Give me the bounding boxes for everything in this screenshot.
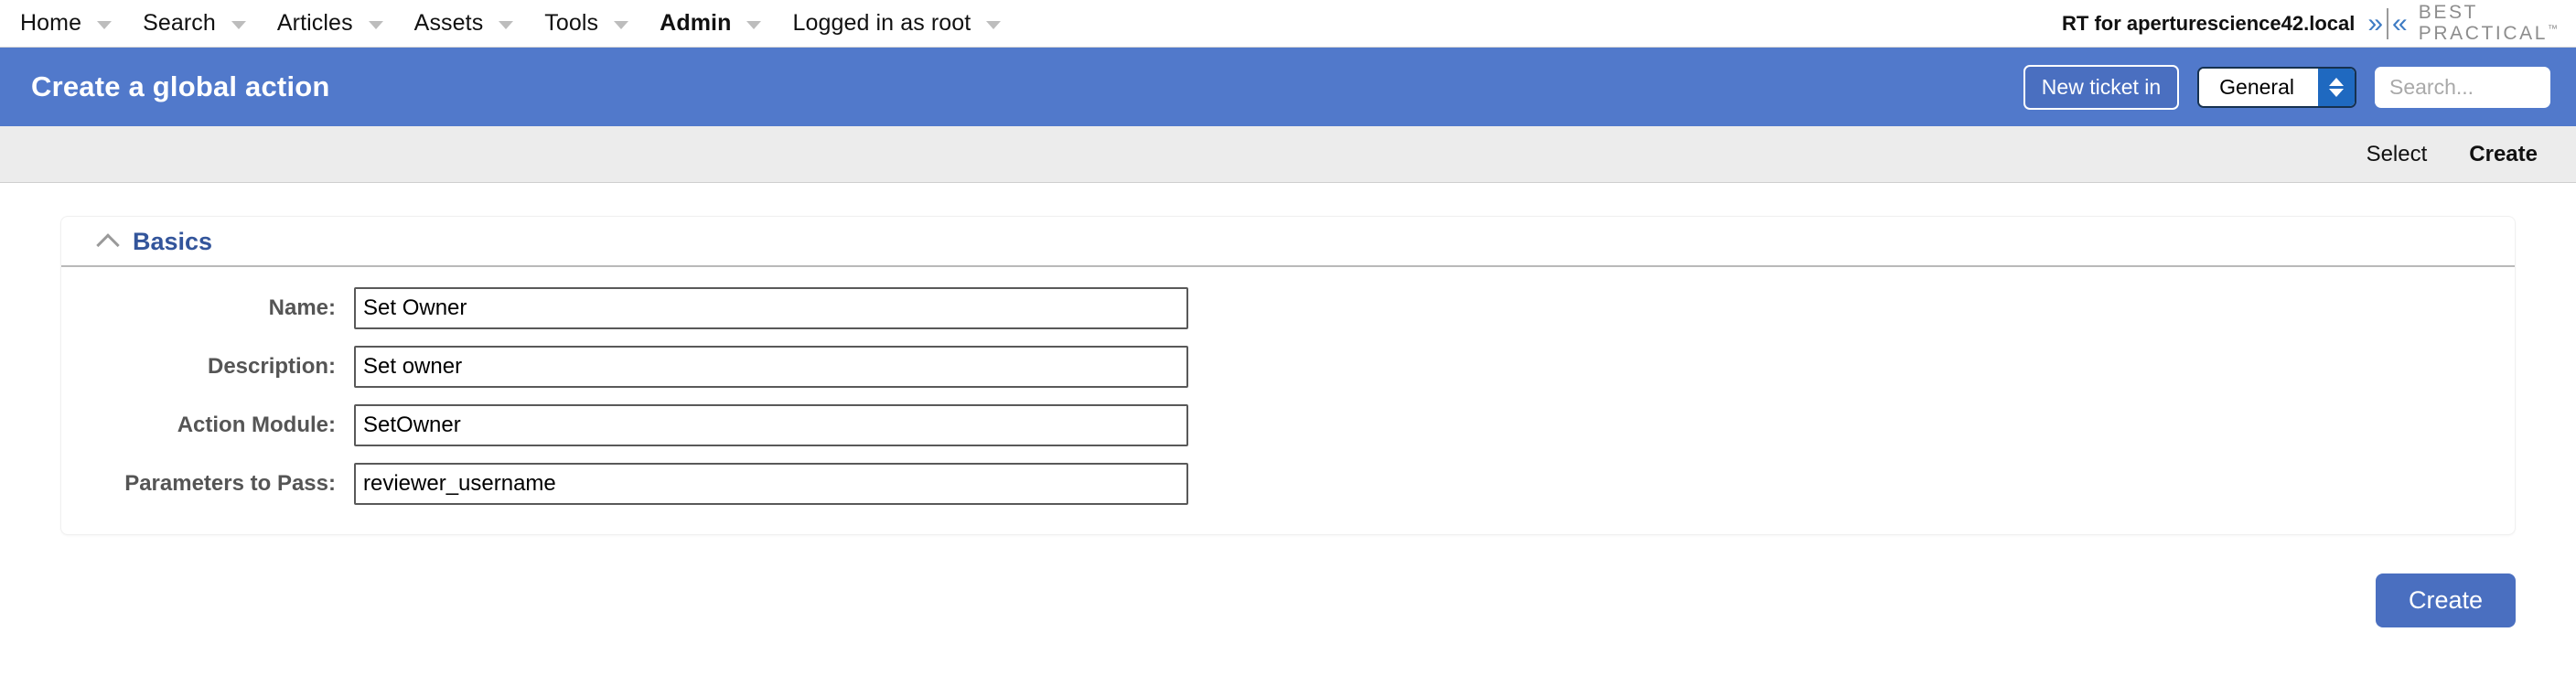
nav-item-home[interactable]: Home bbox=[20, 10, 113, 37]
form-row-name: Name: bbox=[61, 287, 2515, 329]
chevron-up-icon[interactable] bbox=[96, 233, 120, 257]
chevron-down-icon[interactable] bbox=[499, 21, 514, 29]
chevron-down-icon[interactable] bbox=[368, 21, 383, 29]
brand-chevrons: » « bbox=[2367, 8, 2408, 39]
nav-item-articles[interactable]: Articles bbox=[277, 10, 383, 37]
form-row-action-module: Action Module: bbox=[61, 404, 2515, 446]
description-input[interactable] bbox=[354, 346, 1188, 388]
nav-item-label: Articles bbox=[276, 10, 353, 36]
subtoolbar-link-select[interactable]: Select bbox=[2367, 142, 2428, 167]
search-input[interactable] bbox=[2375, 66, 2550, 108]
new-ticket-button[interactable]: New ticket in bbox=[2023, 64, 2180, 110]
chevron-up-icon bbox=[2329, 77, 2344, 86]
basics-section-header: Basics bbox=[61, 217, 2515, 267]
nav-item-label: Assets bbox=[413, 10, 484, 36]
chevron-double-right-icon: » bbox=[2367, 8, 2384, 38]
queue-select-value: General bbox=[2199, 68, 2318, 106]
brand-divider bbox=[2387, 8, 2389, 39]
top-navigation-right: RT for aperturescience42.local » « BEST … bbox=[2062, 0, 2558, 48]
field-label-parameters-to-pass: Parameters to Pass: bbox=[124, 471, 336, 496]
field-label-action-module: Action Module: bbox=[177, 413, 336, 437]
queue-select[interactable]: General bbox=[2197, 66, 2356, 108]
chevron-down-icon[interactable] bbox=[746, 21, 762, 29]
top-navigation-bar: Home Search Articles Assets Tools Admin … bbox=[0, 0, 2576, 48]
best-practical-logo: BEST PRACTICAL™ bbox=[2418, 2, 2558, 44]
footer-actions: Create bbox=[0, 535, 2576, 627]
parameters-to-pass-input[interactable] bbox=[354, 463, 1188, 505]
nav-item-tools[interactable]: Tools bbox=[544, 10, 629, 37]
page-subtoolbar: Select Create bbox=[0, 126, 2576, 183]
chevron-down-icon bbox=[2329, 88, 2344, 97]
nav-item-admin[interactable]: Admin bbox=[660, 10, 762, 37]
field-label-description: Description: bbox=[207, 354, 336, 379]
subtoolbar-link-create[interactable]: Create bbox=[2469, 142, 2538, 167]
chevron-down-icon[interactable] bbox=[986, 21, 1002, 29]
brand-line-1: BEST bbox=[2418, 2, 2478, 24]
page-title: Create a global action bbox=[31, 70, 330, 102]
action-module-input[interactable] bbox=[354, 404, 1188, 446]
create-button[interactable]: Create bbox=[2375, 573, 2516, 627]
nav-item-label: Home bbox=[20, 10, 82, 36]
section-title: Basics bbox=[133, 228, 213, 255]
chevron-down-icon[interactable] bbox=[97, 21, 113, 29]
nav-item-label: Tools bbox=[544, 10, 599, 36]
chevron-double-left-icon: « bbox=[2392, 8, 2408, 38]
form-row-description: Description: bbox=[61, 346, 2515, 388]
stepper-arrows-icon[interactable] bbox=[2318, 68, 2355, 106]
chevron-down-icon[interactable] bbox=[231, 21, 246, 29]
form-row-parameters-to-pass: Parameters to Pass: bbox=[61, 463, 2515, 505]
brand-line-2: PRACTICAL bbox=[2418, 23, 2548, 44]
nav-item-label: Admin bbox=[660, 10, 732, 36]
name-input[interactable] bbox=[354, 287, 1188, 329]
trademark-icon: ™ bbox=[2548, 24, 2558, 35]
page-header-bar: Create a global action New ticket in Gen… bbox=[0, 48, 2576, 126]
nav-item-label: Logged in as root bbox=[792, 10, 971, 36]
chevron-down-icon[interactable] bbox=[614, 21, 629, 29]
nav-item-label: Search bbox=[143, 10, 216, 36]
nav-item-assets[interactable]: Assets bbox=[414, 10, 514, 37]
page-header-tools: New ticket in General bbox=[2023, 48, 2550, 126]
rt-instance-label: RT for aperturescience42.local bbox=[2062, 12, 2356, 35]
main-content: Basics Name: Description: Action Module:… bbox=[0, 183, 2576, 535]
basics-form: Name: Description: Action Module: Parame… bbox=[61, 267, 2515, 523]
field-label-name: Name: bbox=[268, 295, 336, 320]
basics-card: Basics Name: Description: Action Module:… bbox=[60, 216, 2516, 535]
nav-item-logged-in-as-root[interactable]: Logged in as root bbox=[792, 10, 1002, 37]
nav-item-search[interactable]: Search bbox=[143, 10, 246, 37]
